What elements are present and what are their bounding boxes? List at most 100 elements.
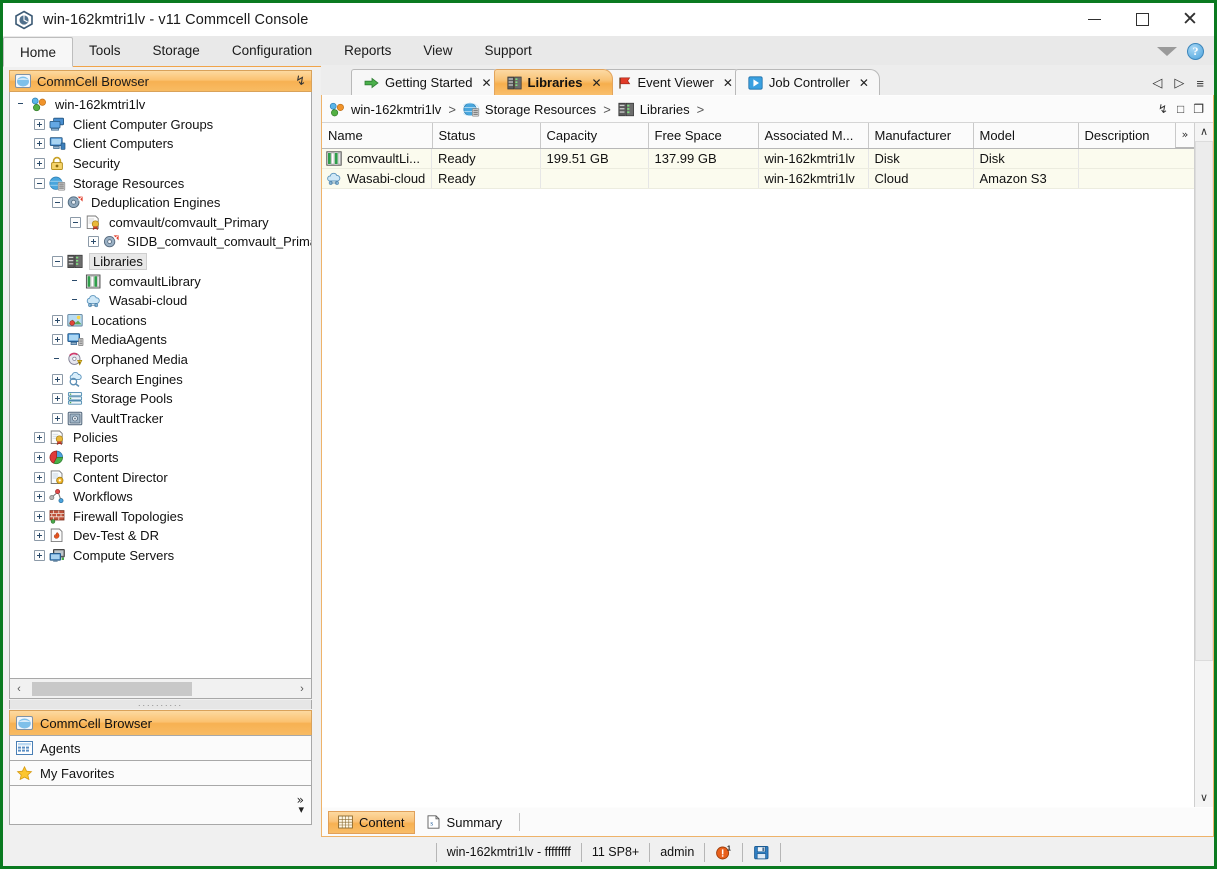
tree-item-sidb-comvault-comvault-prima[interactable]: SIDB_comvault_comvault_Prima (12, 232, 311, 252)
tab-libraries[interactable]: Libraries ✕ (493, 69, 613, 95)
tree-item-security[interactable]: Security (12, 154, 311, 174)
status-alerts[interactable]: 1 (704, 842, 742, 862)
close-icon[interactable]: ✕ (859, 76, 869, 90)
close-icon[interactable]: ✕ (481, 76, 491, 90)
tab-summary[interactable]: s Summary (417, 812, 512, 833)
column-header-name[interactable]: Name (322, 123, 433, 149)
chevron-down-icon[interactable]: ▾ (298, 804, 304, 815)
table-row[interactable]: comvaultLi... Ready 199.51 GB 137.99 GB win-… (322, 148, 1195, 169)
column-header-associated-m[interactable]: Associated M... (758, 123, 869, 149)
tree-item-locations[interactable]: Locations (12, 311, 311, 331)
tab-list-button[interactable]: ≡ (1196, 76, 1204, 91)
tree-item-policies[interactable]: Policies (12, 428, 311, 448)
tree-item-firewall-topologies[interactable]: Firewall Topologies (12, 506, 311, 526)
sidebar-nav-my-favorites[interactable]: My Favorites (9, 760, 312, 786)
menu-item-configuration[interactable]: Configuration (216, 36, 328, 66)
help-icon[interactable]: ? (1187, 42, 1204, 60)
column-header-free-space[interactable]: Free Space (648, 123, 759, 149)
column-header-status[interactable]: Status (432, 123, 541, 149)
tab-job-controller[interactable]: Job Controller ✕ (734, 69, 880, 95)
collapse-icon[interactable] (70, 216, 81, 228)
collapse-icon[interactable] (52, 256, 63, 268)
tree-item-storage-resources[interactable]: Storage Resources (12, 173, 311, 193)
tree-item-deduplication-engines[interactable]: Deduplication Engines (12, 193, 311, 213)
tree-item-libraries[interactable]: Libraries (12, 252, 311, 272)
tree-item-wasabi-cloud[interactable]: Wasabi-cloud (12, 291, 311, 311)
pin-icon[interactable]: ↯ (295, 73, 306, 89)
maximize-button[interactable] (1118, 3, 1166, 36)
commcell-tree[interactable]: win-162kmtri1lv Client Computer Groups Cli… (9, 92, 312, 679)
tree-item-orphaned-media[interactable]: Orphaned Media (12, 350, 311, 370)
expand-icon[interactable] (34, 451, 45, 463)
panel-splitter[interactable]: .......... (9, 699, 312, 709)
minimize-button[interactable] (1070, 3, 1118, 36)
breadcrumb-item-commcell[interactable]: win-162kmtri1lv (329, 102, 441, 117)
tab-prev-button[interactable]: ◁ (1152, 75, 1162, 91)
tree-item-win-162kmtri1lv[interactable]: win-162kmtri1lv (12, 95, 311, 115)
scroll-up-icon[interactable]: ∧ (1195, 123, 1213, 141)
scroll-down-icon[interactable]: ∨ (1195, 789, 1213, 807)
collapse-icon[interactable] (34, 177, 45, 189)
vertical-splitter[interactable] (312, 70, 321, 801)
breadcrumb-item-libraries[interactable]: Libraries (618, 102, 690, 117)
vscroll-thumb[interactable] (1195, 141, 1213, 661)
expand-icon[interactable] (52, 373, 63, 385)
close-icon[interactable]: ✕ (591, 76, 601, 90)
tree-item-content-director[interactable]: Content Director (12, 467, 311, 487)
tab-getting-started[interactable]: Getting Started ✕ (351, 69, 503, 95)
expand-icon[interactable] (34, 491, 45, 503)
tree-horizontal-scrollbar[interactable]: ‹ › (9, 679, 312, 699)
tree-item-dev-test-dr[interactable]: Dev-Test & DR (12, 526, 311, 546)
close-button[interactable]: ✕ (1166, 3, 1214, 36)
tree-item-compute-servers[interactable]: Compute Servers (12, 546, 311, 566)
expand-icon[interactable] (34, 432, 45, 444)
expand-icon[interactable] (52, 412, 63, 424)
maximize-icon[interactable]: □ (1177, 102, 1184, 116)
sidebar-overflow-area[interactable]: » ▾ (9, 785, 312, 825)
collapse-icon[interactable] (52, 197, 63, 209)
expand-icon[interactable] (52, 314, 63, 326)
tree-item-storage-pools[interactable]: Storage Pools (12, 389, 311, 409)
column-header-capacity[interactable]: Capacity (540, 123, 649, 149)
pin-icon[interactable]: ↯ (1158, 102, 1168, 116)
menu-item-tools[interactable]: Tools (73, 36, 137, 66)
column-header-manufacturer[interactable]: Manufacturer (868, 123, 974, 149)
expand-icon[interactable] (34, 118, 45, 130)
chevron-down-icon[interactable] (1157, 46, 1177, 56)
menu-item-reports[interactable]: Reports (328, 36, 407, 66)
sidebar-nav-commcell-browser[interactable]: CommCell Browser (9, 710, 312, 736)
tree-item-comvault-comvault-primary[interactable]: comvault/comvault_Primary (12, 213, 311, 233)
tree-item-client-computers[interactable]: Client Computers (12, 134, 311, 154)
tree-item-reports[interactable]: Reports (12, 448, 311, 468)
tab-content[interactable]: Content (328, 810, 415, 834)
column-chooser-button[interactable]: » (1175, 123, 1194, 148)
status-save[interactable] (742, 842, 782, 862)
expand-icon[interactable] (34, 549, 45, 561)
scroll-left-icon[interactable]: ‹ (10, 683, 28, 695)
expand-icon[interactable] (34, 530, 45, 542)
expand-icon[interactable] (52, 334, 63, 346)
tree-item-workflows[interactable]: Workflows (12, 487, 311, 507)
scroll-right-icon[interactable]: › (293, 683, 311, 695)
expand-icon[interactable] (52, 393, 63, 405)
tree-item-client-computer-groups[interactable]: Client Computer Groups (12, 115, 311, 135)
hscroll-track[interactable] (28, 679, 293, 698)
hscroll-thumb[interactable] (32, 681, 192, 696)
menu-item-storage[interactable]: Storage (137, 36, 216, 66)
expand-icon[interactable] (34, 510, 45, 522)
menu-item-view[interactable]: View (407, 36, 468, 66)
tree-item-vaulttracker[interactable]: VaultTracker (12, 409, 311, 429)
expand-icon[interactable] (34, 471, 45, 483)
menu-item-home[interactable]: Home (3, 37, 74, 67)
breadcrumb-item-storage-resources[interactable]: Storage Resources (460, 102, 596, 117)
tree-item-comvaultlibrary[interactable]: comvaultLibrary (12, 271, 311, 291)
expand-icon[interactable] (34, 138, 45, 150)
restore-icon[interactable]: ❐ (1193, 102, 1204, 116)
menu-item-support[interactable]: Support (468, 36, 547, 66)
sidebar-nav-agents[interactable]: Agents (9, 735, 312, 761)
column-header-model[interactable]: Model (973, 123, 1079, 149)
tree-item-search-engines[interactable]: Search Engines (12, 369, 311, 389)
tree-item-mediaagents[interactable]: MediaAgents (12, 330, 311, 350)
close-icon[interactable]: ✕ (723, 76, 733, 90)
tab-next-button[interactable]: ▷ (1174, 75, 1184, 91)
